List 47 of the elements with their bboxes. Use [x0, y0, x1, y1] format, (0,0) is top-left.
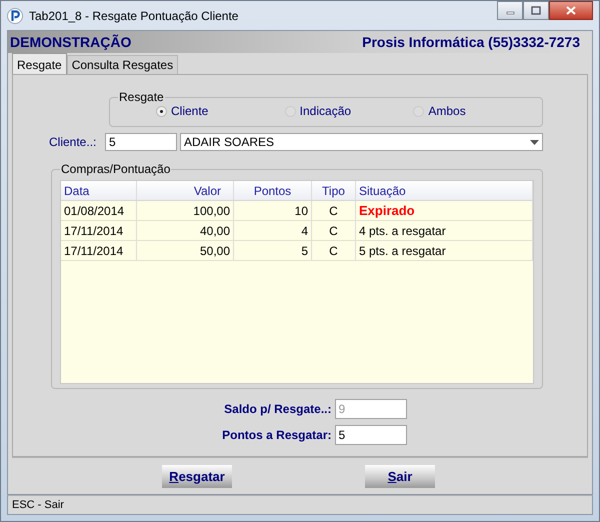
table-cell: C: [312, 201, 356, 220]
column-header[interactable]: Valor: [137, 181, 234, 200]
close-button[interactable]: [549, 1, 593, 20]
field-label: Pontos a Resgatar:: [221, 428, 332, 442]
table-cell: 50,00: [137, 241, 234, 260]
table-cell: 4 pts. a resgatar: [356, 221, 533, 240]
table-cell: C: [312, 241, 356, 260]
radio-label: Cliente: [171, 104, 208, 118]
table-cell: 17/11/2014: [61, 241, 137, 260]
column-header[interactable]: Pontos: [234, 181, 312, 200]
table-cell: C: [312, 221, 356, 240]
group-title: Resgate: [118, 90, 165, 104]
maximize-icon: [531, 6, 541, 15]
table-cell: 5 pts. a resgatar: [356, 241, 533, 260]
table-cell: 5: [234, 241, 312, 260]
company-contact: Prosis Informática (55)3332-7273: [362, 34, 580, 50]
table-cell: 40,00: [137, 221, 234, 240]
column-header[interactable]: Situação: [356, 181, 533, 200]
dropdown[interactable]: ADAIR SOARES: [180, 133, 543, 151]
company-label: DEMONSTRAÇÃO: [10, 34, 132, 50]
status-text: ESC - Sair: [12, 499, 64, 511]
table-cell: 01/08/2014: [61, 201, 137, 220]
table-cell: 100,00: [137, 201, 234, 220]
maximize-button[interactable]: [523, 1, 549, 20]
radio-label: Ambos: [428, 104, 466, 118]
field-label: Saldo p/ Resgate..:: [223, 402, 332, 416]
caret-icon: [530, 140, 539, 144]
tab[interactable]: Resgate: [12, 53, 67, 74]
table-cell: Expirado: [356, 201, 533, 220]
radio-button[interactable]: [156, 106, 167, 116]
radio-label: Indicação: [300, 104, 352, 118]
input-field[interactable]: 5: [105, 133, 177, 151]
close-icon: [566, 6, 576, 15]
button[interactable]: Sair: [365, 464, 435, 488]
window-title: Tab201_8 - Resgate Pontuação Cliente: [29, 8, 240, 22]
group-title: Compras/Pontuação: [60, 162, 172, 176]
minimize-button[interactable]: [497, 1, 523, 20]
table-cell: 4: [234, 221, 312, 240]
column-header[interactable]: Data: [61, 181, 137, 200]
input-field[interactable]: 5: [334, 425, 406, 445]
field-label: Cliente..:: [49, 135, 98, 149]
table-cell: 17/11/2014: [61, 221, 137, 240]
app-logo-icon: [7, 8, 23, 24]
tab[interactable]: Consulta Resgates: [66, 55, 178, 74]
button[interactable]: Resgatar: [162, 464, 232, 488]
column-header[interactable]: Tipo: [312, 181, 356, 200]
table-cell: 10: [234, 201, 312, 220]
